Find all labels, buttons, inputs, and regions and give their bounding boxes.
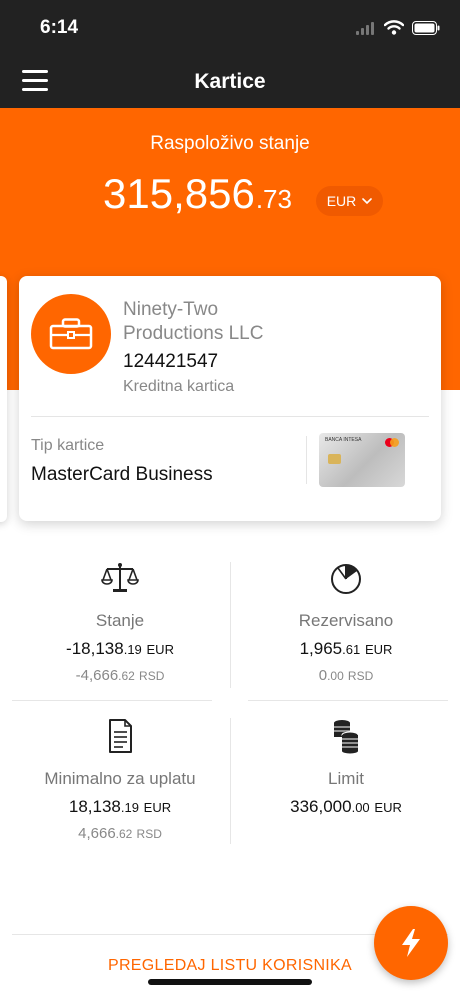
lightning-icon — [402, 929, 420, 957]
card-owner-line-1: Ninety-Two — [123, 299, 219, 320]
balance-main: 315,856 — [103, 170, 255, 217]
stat-secondary-value: -4,666.62 RSD — [75, 667, 165, 684]
chevron-down-icon — [362, 197, 373, 204]
card-owner-name: Ninety-Two Productions LLC — [123, 298, 343, 346]
home-indicator — [148, 979, 312, 985]
scale-icon — [101, 563, 139, 592]
card-owner-line-2: Productions LLC — [123, 323, 264, 344]
stats-divider — [230, 562, 231, 688]
stat-primary-value: 336,000.00 EUR — [290, 797, 402, 816]
available-balance-label: Raspoloživo stanje — [150, 133, 310, 154]
credit-card-panel[interactable]: Ninety-Two Productions LLC 124421547 Kre… — [19, 276, 441, 521]
stat-label: Rezervisano — [298, 611, 394, 630]
card-number: 124421547 — [123, 351, 219, 372]
card-type-value: MasterCard Business — [31, 464, 213, 485]
currency-selector[interactable]: EUR — [316, 186, 383, 216]
card-chip-icon — [328, 454, 341, 464]
card-thumbnail-bank: BANCA INTESA — [325, 437, 362, 443]
available-balance-amount: 315,856 .73 — [103, 170, 292, 218]
wifi-icon — [384, 20, 404, 35]
status-time: 6:14 — [40, 17, 79, 38]
stat-secondary-value: 4,666.62 RSD — [78, 825, 162, 842]
card-vertical-divider — [306, 436, 307, 484]
pie-chart-icon — [331, 564, 361, 594]
stats-divider — [12, 700, 212, 701]
card-kind: Kreditna kartica — [123, 378, 235, 395]
stat-label: Stanje — [95, 611, 145, 630]
coins-icon — [334, 720, 359, 754]
stat-reserved: Rezervisano 1,965.61 EUR 0.00 RSD — [236, 560, 456, 684]
card-type-label: Tip kartice — [31, 437, 105, 454]
top-navigation-bar: Kartice — [0, 56, 460, 108]
stat-minimum-payment: Minimalno za uplatu 18,138.19 EUR 4,666.… — [10, 718, 230, 842]
balance-decimal: .73 — [255, 184, 292, 214]
status-bar: 6:14 — [0, 0, 460, 56]
card-divider — [31, 416, 429, 417]
status-icons — [356, 20, 440, 35]
currency-label: EUR — [326, 193, 357, 209]
page-title: Kartice — [194, 70, 266, 93]
stat-primary-value: 1,965.61 EUR — [299, 639, 393, 658]
stat-balance: Stanje -18,138.19 EUR -4,666.62 RSD — [10, 560, 230, 684]
stat-label: Minimalno za uplatu — [44, 769, 196, 788]
stat-limit: Limit 336,000.00 EUR — [236, 718, 456, 817]
briefcase-icon — [49, 318, 93, 350]
card-thumbnail-image: BANCA INTESA — [319, 433, 405, 487]
stat-primary-value: -18,138.19 EUR — [66, 639, 174, 658]
previous-card-peek[interactable] — [0, 276, 7, 522]
quick-action-button[interactable] — [374, 906, 448, 980]
stat-label: Limit — [328, 769, 364, 788]
battery-icon — [412, 20, 440, 35]
document-icon — [109, 719, 132, 753]
stats-divider — [248, 700, 448, 701]
stats-divider — [230, 718, 231, 844]
signal-icon — [356, 21, 374, 35]
stat-primary-value: 18,138.19 EUR — [68, 797, 172, 816]
card-avatar — [31, 294, 111, 374]
stat-secondary-value: 0.00 RSD — [318, 667, 374, 684]
